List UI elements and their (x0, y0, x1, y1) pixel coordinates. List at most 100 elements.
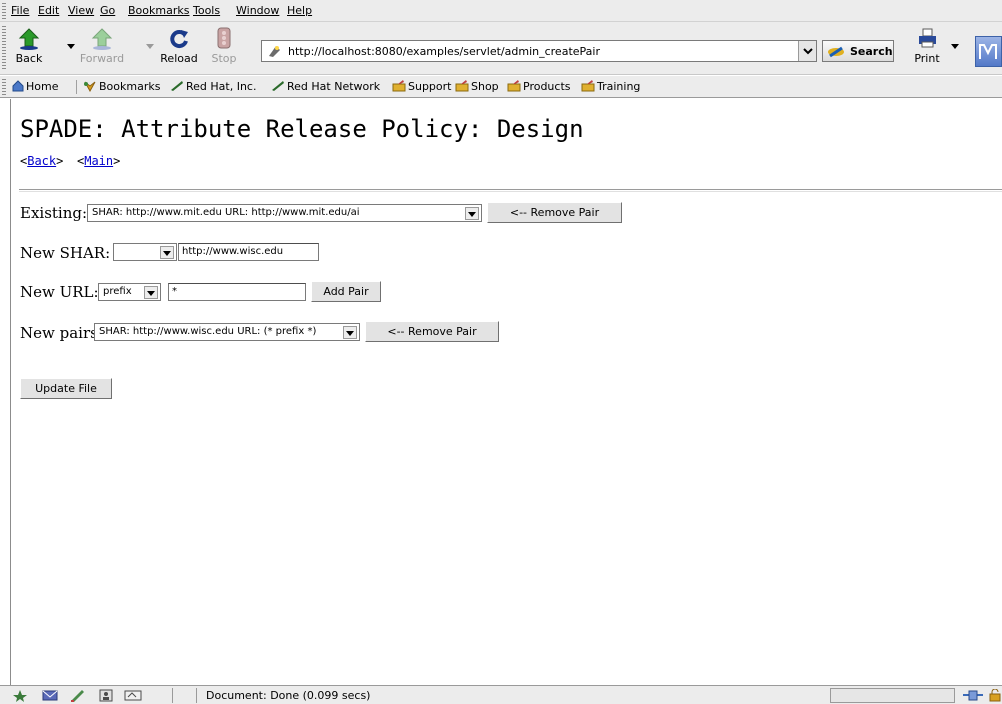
bookmark-shop[interactable]: Shop (455, 80, 499, 94)
irc-chat-icon[interactable] (124, 689, 142, 702)
throbber-logo[interactable] (975, 36, 1002, 67)
new-shar-select[interactable] (113, 243, 177, 261)
back-link-wrapper: <Back> (20, 154, 64, 168)
new-shar-input[interactable]: http://www.wisc.edu (178, 243, 319, 261)
select-dropdown-arrow[interactable] (343, 326, 357, 339)
toolbar-grip[interactable] (2, 79, 6, 95)
stop-icon (217, 27, 231, 49)
bookmark-support[interactable]: Support (392, 80, 451, 94)
personal-toolbar: Home Bookmarks Red Hat, Inc. Red Hat Net… (0, 76, 1002, 98)
printer-icon (919, 28, 936, 48)
new-url-select-value: prefix (103, 286, 132, 297)
print-dropdown-icon[interactable] (951, 44, 959, 50)
search-label: Search (850, 45, 893, 58)
menu-file[interactable]: File (11, 3, 29, 18)
existing-selected-value: SHAR: http://www.mit.edu URL: http://www… (92, 207, 360, 218)
status-separator (196, 688, 197, 703)
menu-tools[interactable]: Tools (193, 3, 220, 18)
back-dropdown-icon[interactable] (67, 44, 75, 50)
menu-window[interactable]: Window (236, 3, 279, 18)
menu-bookmarks[interactable]: Bookmarks (128, 3, 189, 18)
folder-icon (581, 80, 595, 92)
menu-edit[interactable]: Edit (38, 3, 59, 18)
bookmark-label: Shop (471, 80, 499, 93)
mail-icon[interactable] (42, 689, 58, 702)
remove-new-pair-button[interactable]: <-- Remove Pair (365, 321, 499, 342)
main-link[interactable]: Main (84, 154, 113, 168)
menu-bar: File Edit View Go Bookmarks Tools Window… (0, 0, 1002, 22)
reload-label: Reload (160, 52, 198, 65)
composer-icon[interactable] (70, 689, 86, 702)
forward-label: Forward (79, 52, 125, 65)
mozilla-logo-icon (979, 44, 997, 59)
chevron-down-icon (147, 291, 155, 296)
search-icon (828, 46, 844, 58)
new-url-match-select[interactable]: prefix (98, 283, 161, 301)
url-history-dropdown[interactable] (798, 41, 816, 61)
back-arrow-icon (18, 28, 40, 50)
bookmark-redhat-network[interactable]: Red Hat Network (271, 80, 380, 94)
select-dropdown-arrow[interactable] (160, 246, 174, 259)
status-separator (172, 688, 173, 703)
bookmark-home[interactable]: Home (12, 80, 58, 94)
navigator-icon[interactable] (12, 689, 28, 702)
forward-arrow-icon (91, 28, 113, 50)
new-url-label: New URL: (20, 283, 99, 301)
print-label: Print (914, 52, 940, 65)
folder-icon (392, 80, 406, 92)
main-link-wrapper: <Main> (77, 154, 121, 168)
new-shar-label: New SHAR: (20, 244, 111, 262)
add-pair-button[interactable]: Add Pair (311, 281, 381, 302)
status-text: Document: Done (0.099 secs) (206, 689, 371, 702)
new-pairs-label: New pairs (20, 324, 98, 342)
bookmark-label: Red Hat Network (287, 80, 381, 93)
new-url-input-value: * (172, 286, 177, 297)
home-icon (12, 80, 24, 92)
online-status-icon[interactable] (962, 689, 984, 702)
new-pairs-select[interactable]: SHAR: http://www.wisc.edu URL: (* prefix… (94, 323, 360, 341)
select-dropdown-arrow[interactable] (465, 207, 479, 220)
toolbar-grip[interactable] (2, 26, 6, 71)
bookmark-redhat-inc[interactable]: Red Hat, Inc. (170, 80, 256, 94)
back-label: Back (15, 52, 43, 65)
remove-existing-pair-button[interactable]: <-- Remove Pair (487, 202, 622, 223)
page-proxy-icon[interactable] (267, 44, 282, 58)
bookmark-products[interactable]: Products (507, 80, 571, 94)
select-dropdown-arrow[interactable] (144, 286, 158, 299)
horizontal-rule (19, 189, 1002, 192)
stop-label: Stop (211, 52, 237, 65)
bookmark-label: Training (597, 80, 641, 93)
back-link[interactable]: Back (27, 154, 56, 168)
toolbar-grip[interactable] (2, 3, 6, 19)
chevron-down-icon (346, 331, 354, 336)
back-button[interactable]: Back (8, 26, 50, 70)
progress-meter (830, 688, 955, 703)
update-file-button[interactable]: Update File (20, 378, 112, 399)
page-content[interactable]: SPADE: Attribute Release Policy: Design … (10, 99, 1002, 685)
url-text[interactable]: http://localhost:8080/examples/servlet/a… (288, 45, 600, 58)
bookmark-label: Red Hat, Inc. (186, 80, 257, 93)
bookmark-label: Support (408, 80, 452, 93)
forward-dropdown-icon[interactable] (146, 44, 154, 50)
security-lock-icon[interactable] (988, 689, 1002, 702)
search-button[interactable]: Search (822, 40, 894, 62)
menu-go[interactable]: Go (100, 3, 115, 18)
menu-help[interactable]: Help (287, 3, 312, 18)
url-bar[interactable]: http://localhost:8080/examples/servlet/a… (261, 40, 817, 62)
address-book-icon[interactable] (98, 689, 114, 702)
stop-button[interactable]: Stop (206, 26, 242, 70)
menu-view[interactable]: View (68, 3, 94, 18)
reload-icon (170, 30, 188, 49)
existing-pairs-select[interactable]: SHAR: http://www.mit.edu URL: http://www… (87, 204, 482, 222)
reload-button[interactable]: Reload (158, 26, 200, 70)
bookmark-training[interactable]: Training (581, 80, 640, 94)
forward-button[interactable]: Forward (78, 26, 126, 70)
print-button[interactable]: Print (908, 26, 946, 70)
bookmark-bookmarks[interactable]: Bookmarks (83, 80, 160, 94)
new-shar-input-value: http://www.wisc.edu (182, 246, 284, 257)
navigation-toolbar: Back Forward Reload Stop http://localhos… (0, 22, 1002, 75)
existing-label: Existing: (20, 204, 88, 222)
new-url-input[interactable]: * (168, 283, 306, 301)
folder-icon (507, 80, 521, 92)
new-pairs-selected-value: SHAR: http://www.wisc.edu URL: (* prefix… (99, 326, 317, 337)
